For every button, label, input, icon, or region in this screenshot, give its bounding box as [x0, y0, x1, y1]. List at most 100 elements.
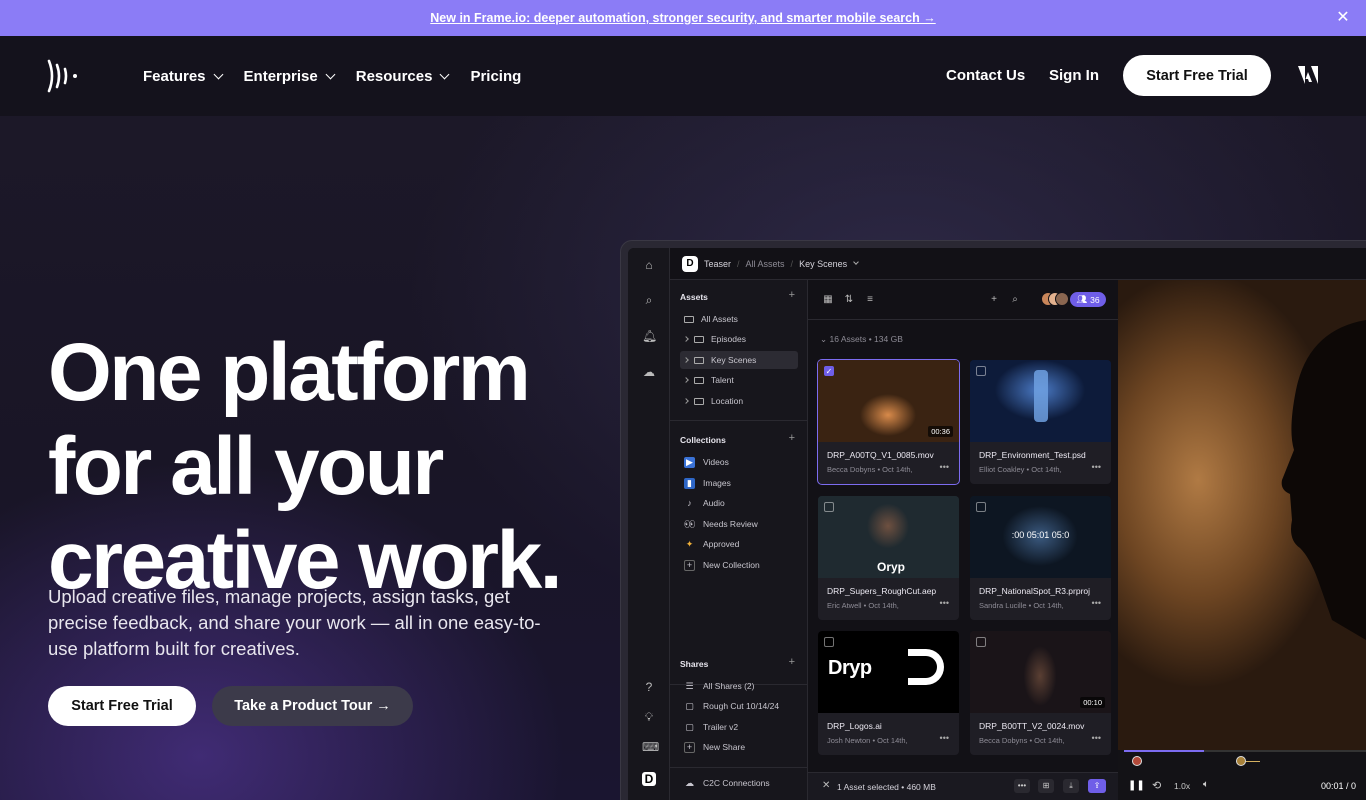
- asset-meta: Becca Dobyns • Oct 14th,: [979, 736, 1065, 745]
- more-icon[interactable]: •••: [1092, 462, 1101, 472]
- tree-item-label: Talent: [711, 375, 734, 385]
- tree-item-key-scenes[interactable]: Key Scenes: [680, 351, 798, 369]
- tree-item-all-assets[interactable]: All Assets: [684, 310, 802, 328]
- workspace-badge[interactable]: D: [682, 255, 698, 272]
- loop-icon[interactable]: ⟲: [1152, 779, 1161, 792]
- hero-start-free-trial-button[interactable]: Start Free Trial: [48, 686, 196, 726]
- product-tour-button[interactable]: Take a Product Tour →: [212, 686, 413, 726]
- breadcrumb-parent[interactable]: All Assets: [746, 259, 785, 269]
- collection-needs-review[interactable]: 👀︎ Needs Review: [684, 515, 802, 533]
- share-all-shares[interactable]: ☰ All Shares (2): [684, 677, 802, 695]
- chevron-right-icon: [683, 336, 689, 342]
- more-icon[interactable]: •••: [940, 598, 949, 608]
- asset-card[interactable]: Oryp DRP_Supers_RoughCut.aep Eric Atwell…: [818, 496, 959, 620]
- nav-enterprise[interactable]: Enterprise: [244, 68, 336, 85]
- asset-author: Becca Dobyns: [827, 465, 876, 474]
- search-icon[interactable]: ⌕: [642, 293, 656, 307]
- download-icon[interactable]: ⤓: [1063, 779, 1079, 793]
- comment-marker[interactable]: [1236, 756, 1246, 766]
- lightbulb-icon[interactable]: 💡︎: [642, 710, 656, 724]
- help-icon[interactable]: ?: [642, 680, 656, 694]
- close-icon[interactable]: ✕: [822, 780, 830, 791]
- checkbox[interactable]: [824, 502, 834, 512]
- close-icon[interactable]: ✕: [1334, 9, 1352, 27]
- contact-us-link[interactable]: Contact Us: [946, 67, 1025, 84]
- collection-audio[interactable]: ♪ Audio: [684, 494, 802, 512]
- folder-icon: [694, 376, 704, 384]
- member-count-badge[interactable]: 👥︎ 36: [1070, 292, 1106, 307]
- nav-pricing[interactable]: Pricing: [470, 68, 521, 85]
- timecode: 00:01 / 0: [1321, 781, 1357, 791]
- more-icon[interactable]: •••: [1014, 779, 1030, 793]
- checkbox[interactable]: [976, 637, 986, 647]
- c2c-connections[interactable]: ☁ C2C Connections: [684, 774, 802, 792]
- volume-icon[interactable]: 🔈︎: [1203, 779, 1209, 790]
- nav-features[interactable]: Features: [143, 68, 223, 85]
- comment-marker[interactable]: [1132, 756, 1142, 766]
- breadcrumb-current[interactable]: Key Scenes: [799, 259, 847, 269]
- asset-card[interactable]: DRP_Environment_Test.psd Elliot Coakley …: [970, 360, 1111, 484]
- asset-meta: Elliot Coakley • Oct 14th,: [979, 465, 1062, 474]
- collection-approved[interactable]: ✦ Approved: [684, 535, 802, 553]
- tree-item-label: All Assets: [701, 314, 738, 324]
- share-rough-cut[interactable]: ▢ Rough Cut 10/14/24: [684, 697, 802, 715]
- checkbox[interactable]: [976, 366, 986, 376]
- add-collection-icon[interactable]: +: [789, 432, 795, 444]
- asset-card[interactable]: 00:10 DRP_B00TT_V2_0024.mov Becca Dobyns…: [970, 631, 1111, 755]
- tree-item-talent[interactable]: Talent: [683, 371, 802, 389]
- d-logo-shape: [908, 649, 944, 685]
- tree-item-location[interactable]: Location: [683, 392, 802, 410]
- share-icon[interactable]: ⇪: [1088, 779, 1106, 793]
- asset-card[interactable]: ✓ 00:36 DRP_A00TQ_V1_0085.mov Becca Doby…: [817, 359, 960, 485]
- workspace-icon[interactable]: D: [642, 772, 656, 786]
- search-icon[interactable]: ⌕: [1009, 294, 1021, 306]
- asset-card[interactable]: :00 05:01 05:0 DRP_NationalSpot_R3.prpro…: [970, 496, 1111, 620]
- home-icon[interactable]: ⌂: [642, 258, 656, 272]
- nav-resources-label: Resources: [355, 67, 433, 85]
- layout-icon[interactable]: ▦: [822, 294, 834, 306]
- collection-videos[interactable]: ▶ Videos: [684, 453, 802, 471]
- bell-icon[interactable]: 🔔︎: [642, 329, 657, 343]
- checkbox[interactable]: ✓: [824, 366, 834, 376]
- timeline-text: :00 05:01 05:0: [1011, 530, 1070, 540]
- frameio-logo[interactable]: [46, 58, 80, 94]
- share-label: New Share: [703, 742, 746, 752]
- asset-date: Oct 14th,: [868, 601, 899, 610]
- asset-card[interactable]: Dryp DRP_Logos.ai Josh Newton • Oct 14th…: [818, 631, 959, 755]
- playback-speed[interactable]: 1.0x: [1174, 781, 1190, 791]
- add-share-icon[interactable]: +: [789, 656, 795, 668]
- sign-in-link[interactable]: Sign In: [1049, 67, 1099, 84]
- compare-icon[interactable]: ⊞: [1038, 779, 1054, 793]
- party-icon: ✦: [685, 538, 694, 549]
- announcement-link[interactable]: New in Frame.io: deeper automation, stro…: [430, 11, 935, 25]
- member-avatars[interactable]: [1041, 292, 1071, 306]
- more-icon[interactable]: •••: [1092, 733, 1101, 743]
- asset-title: DRP_B00TT_V2_0024.mov: [979, 721, 1085, 731]
- more-icon[interactable]: •••: [940, 733, 949, 743]
- add-asset-icon[interactable]: +: [789, 289, 795, 301]
- checkbox[interactable]: [824, 637, 834, 647]
- sort-icon[interactable]: ⇅: [843, 294, 855, 306]
- asset-date: Oct 14th,: [1033, 601, 1064, 610]
- new-collection-button[interactable]: + New Collection: [684, 556, 802, 574]
- asset-title: DRP_Supers_RoughCut.aep: [827, 586, 937, 596]
- more-icon[interactable]: •••: [1092, 598, 1101, 608]
- tree-item-episodes[interactable]: Episodes: [683, 330, 802, 348]
- pause-icon[interactable]: ❚❚: [1128, 780, 1145, 791]
- collection-images[interactable]: ▮ Images: [684, 474, 802, 492]
- share-trailer[interactable]: ▢ Trailer v2: [684, 718, 802, 736]
- more-icon[interactable]: •••: [940, 462, 949, 472]
- filter-icon[interactable]: ≡: [864, 294, 876, 306]
- add-icon[interactable]: +: [988, 294, 1000, 306]
- upload-icon[interactable]: ☁: [642, 365, 656, 379]
- new-share-button[interactable]: + New Share: [684, 738, 802, 756]
- checkbox[interactable]: [976, 502, 986, 512]
- nav-resources[interactable]: Resources: [355, 67, 450, 85]
- keyboard-icon[interactable]: ⌨: [642, 740, 659, 754]
- adobe-icon[interactable]: [1298, 66, 1318, 84]
- start-free-trial-button[interactable]: Start Free Trial: [1123, 55, 1271, 96]
- top-nav: Features Enterprise Resources Pricing Co…: [0, 36, 1366, 116]
- video-frame[interactable]: [1118, 280, 1366, 750]
- breadcrumb-project[interactable]: Teaser: [704, 259, 731, 269]
- folder-icon: [694, 356, 704, 364]
